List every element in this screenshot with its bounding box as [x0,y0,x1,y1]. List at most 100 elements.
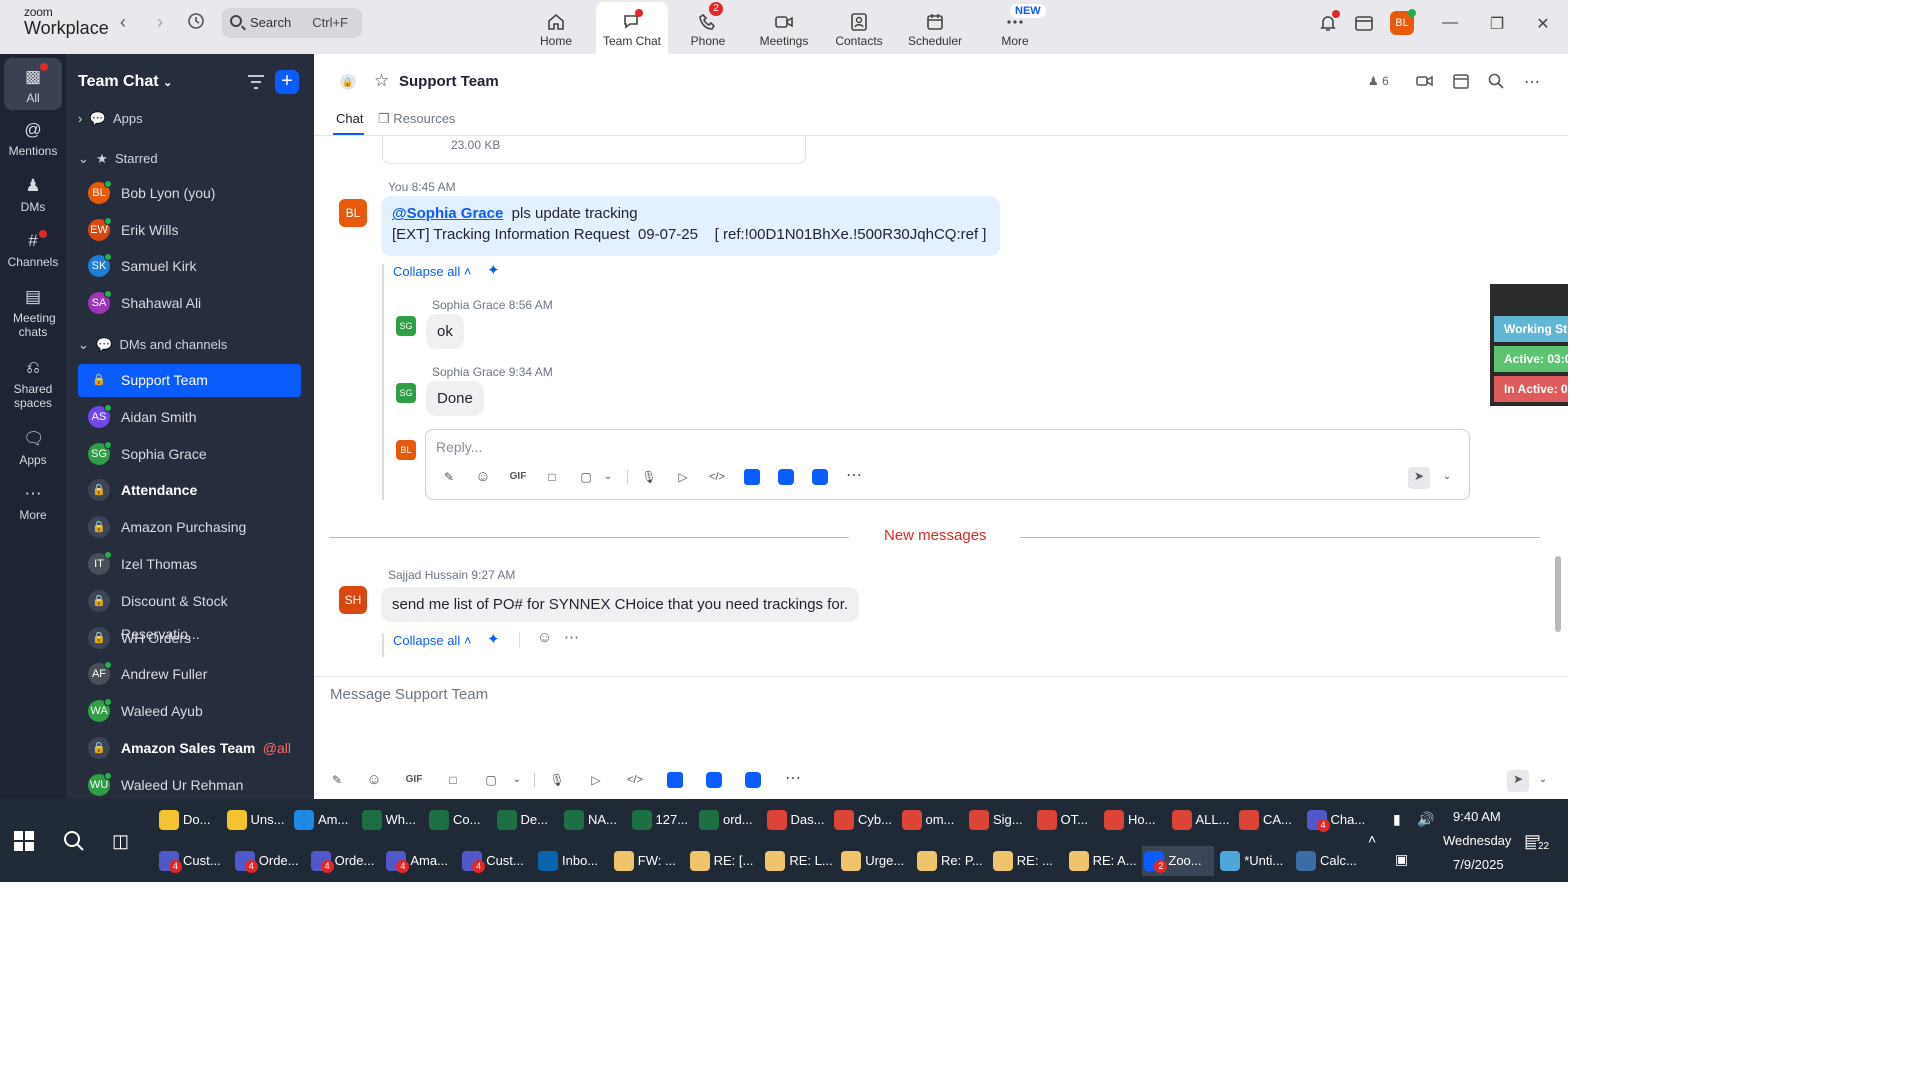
taskbar-app[interactable]: 4 Orde... [309,846,381,876]
add-reaction-icon[interactable]: ☺ [537,629,552,646]
rail-shared-spaces[interactable]: ⎌ Shared spaces [0,358,66,410]
restore-icon[interactable]: ❐ [1487,14,1507,34]
sidebar-item[interactable]: EW Erik Wills [78,214,301,247]
format-icon[interactable]: ✎ [328,771,346,789]
sidebar-item[interactable]: 🔒 Discount & Stock Reservatio... [78,585,301,642]
rail-more[interactable]: ⋯ More [0,484,66,522]
taskbar-app[interactable]: 4 Orde... [233,846,305,876]
clock-date[interactable]: 7/9/2025 [1453,857,1504,872]
starred-section[interactable]: ⌄ ★ Starred [78,151,158,167]
taskbar-app[interactable]: Uns... [225,805,289,835]
rail-channels[interactable]: # Channels [0,230,66,269]
volume-icon[interactable]: 🔊 [1417,811,1434,828]
collapse-all-button[interactable]: Collapse all ˄ [393,264,471,279]
apps-section[interactable]: › 💬 Apps [78,111,143,127]
taskbar-app[interactable]: RE: A... [1067,846,1139,876]
dropdown-icon[interactable]: ⌄ [599,468,617,486]
code-icon[interactable]: </> [626,771,644,789]
tab-team-chat[interactable]: Team Chat [596,2,668,54]
tab-chat[interactable]: Chat [336,111,363,126]
more-options-icon[interactable]: ⋯ [1524,72,1542,91]
taskbar-app[interactable]: ALL... [1170,805,1234,835]
sidebar-item[interactable]: WA Waleed Ayub [78,695,301,728]
taskbar-app[interactable]: NA... [562,805,626,835]
taskbar-app[interactable]: Calc... [1294,846,1366,876]
new-chat-button[interactable]: + [275,70,299,94]
clock-time[interactable]: 9:40 AM [1453,809,1501,824]
message-more-icon[interactable]: ⋯ [564,628,579,646]
taskbar-app[interactable]: Co... [427,805,491,835]
taskbar-app[interactable]: ord... [697,805,761,835]
message-bubble[interactable]: send me list of PO# for SYNNEX CHoice th… [381,587,860,622]
send-icon[interactable]: ➤ [1507,770,1529,792]
screenshot-icon[interactable]: ▢ [482,771,500,789]
task-view-icon[interactable]: ◫ [112,831,129,852]
filter-icon[interactable] [247,75,265,89]
rail-dms[interactable]: ♟ DMs [0,176,66,214]
reply-placeholder[interactable]: Reply... [436,439,482,455]
sidebar-item[interactable]: 🔒 Amazon Purchasing [78,511,301,544]
ai-sparkle-icon[interactable]: ✦ [487,261,500,279]
reply-bubble[interactable]: Done [426,381,484,416]
sidebar-item[interactable]: AF Andrew Fuller [78,658,301,691]
taskbar-search-icon[interactable] [62,829,86,856]
taskbar-app[interactable]: Urge... [839,846,911,876]
avatar[interactable]: SH [339,586,367,614]
taskbar-app[interactable]: Ho... [1102,805,1166,835]
star-outline-icon[interactable]: ☆ [374,71,389,91]
video-clip-icon[interactable]: ▷ [674,468,692,486]
file-icon[interactable]: □ [444,771,462,789]
dms-section[interactable]: ⌄ 💬 DMs and channels [78,337,227,353]
taskbar-app[interactable]: Sig... [967,805,1031,835]
taskbar-app[interactable]: Das... [765,805,829,835]
avatar[interactable]: SG [396,316,416,336]
reply-bubble[interactable]: ok [426,314,464,349]
channel-title[interactable]: Support Team [399,73,499,90]
history-icon[interactable] [186,12,206,32]
sidebar-item[interactable]: SK Samuel Kirk [78,250,301,283]
tab-meetings[interactable]: Meetings [748,0,820,54]
file-icon[interactable]: □ [543,468,561,486]
sidebar-item[interactable]: BL Bob Lyon (you) [78,177,301,210]
tab-scheduler[interactable]: Scheduler [899,0,971,54]
taskbar-app[interactable]: om... [900,805,964,835]
network-icon[interactable]: ▣ [1395,851,1408,868]
search-box[interactable]: Search Ctrl+F [222,8,362,38]
sidebar-item[interactable]: 🔒 WH Orders [78,622,301,655]
message-bubble[interactable]: @Sophia Grace pls update tracking [EXT] … [381,196,1000,256]
app-icon-3[interactable] [745,772,761,788]
avatar[interactable]: SG [396,383,416,403]
members-button[interactable]: ♟ 6 [1368,74,1389,88]
reply-box[interactable]: Reply... ✎ ☺ GIF □ ▢ ⌄ 🎙 ▷ </> ⋯ ➤ ⌄ [425,429,1470,500]
minimize-icon[interactable]: — [1440,14,1460,34]
taskbar-app[interactable]: 4 Cha... [1305,805,1369,835]
mic-icon[interactable]: 🎙 [548,771,566,789]
tab-home[interactable]: Home [520,0,592,54]
app-icon-2[interactable] [778,469,794,485]
send-options-icon[interactable]: ⌄ [1438,468,1456,486]
emoji-icon[interactable]: ☺ [474,468,492,486]
taskbar-app[interactable]: FW: ... [612,846,684,876]
back-arrow-icon[interactable]: ‹ [113,12,133,32]
rail-all[interactable]: ▩ All [4,58,62,110]
video-call-icon[interactable] [1416,72,1434,90]
app-icon-1[interactable] [744,469,760,485]
more-tools-icon[interactable]: ⋯ [845,467,863,485]
scrollbar-thumb[interactable] [1555,556,1561,632]
sidebar-title[interactable]: Team Chat ⌄ [78,73,172,91]
emoji-icon[interactable]: ☺ [365,771,383,789]
mic-icon[interactable]: 🎙 [640,468,658,486]
tab-resources[interactable]: ❐ Resources [378,111,455,127]
sidebar-item[interactable]: 🔒 Attendance [78,474,301,507]
sidebar-item[interactable]: WU Waleed Ur Rehman [78,769,301,802]
app-icon-2[interactable] [706,772,722,788]
taskbar-app[interactable]: Do... [157,805,221,835]
ai-sparkle-icon[interactable]: ✦ [487,630,500,648]
format-icon[interactable]: ✎ [440,468,458,486]
more-tools-icon[interactable]: ⋯ [784,770,802,788]
taskbar-app[interactable]: Wh... [360,805,424,835]
gif-icon[interactable]: GIF [402,771,426,789]
taskbar-app[interactable]: Am... [292,805,356,835]
taskbar-app[interactable]: 4 Ama... [384,846,456,876]
rail-meeting-chats[interactable]: ▤ Meeting chats [0,287,66,339]
